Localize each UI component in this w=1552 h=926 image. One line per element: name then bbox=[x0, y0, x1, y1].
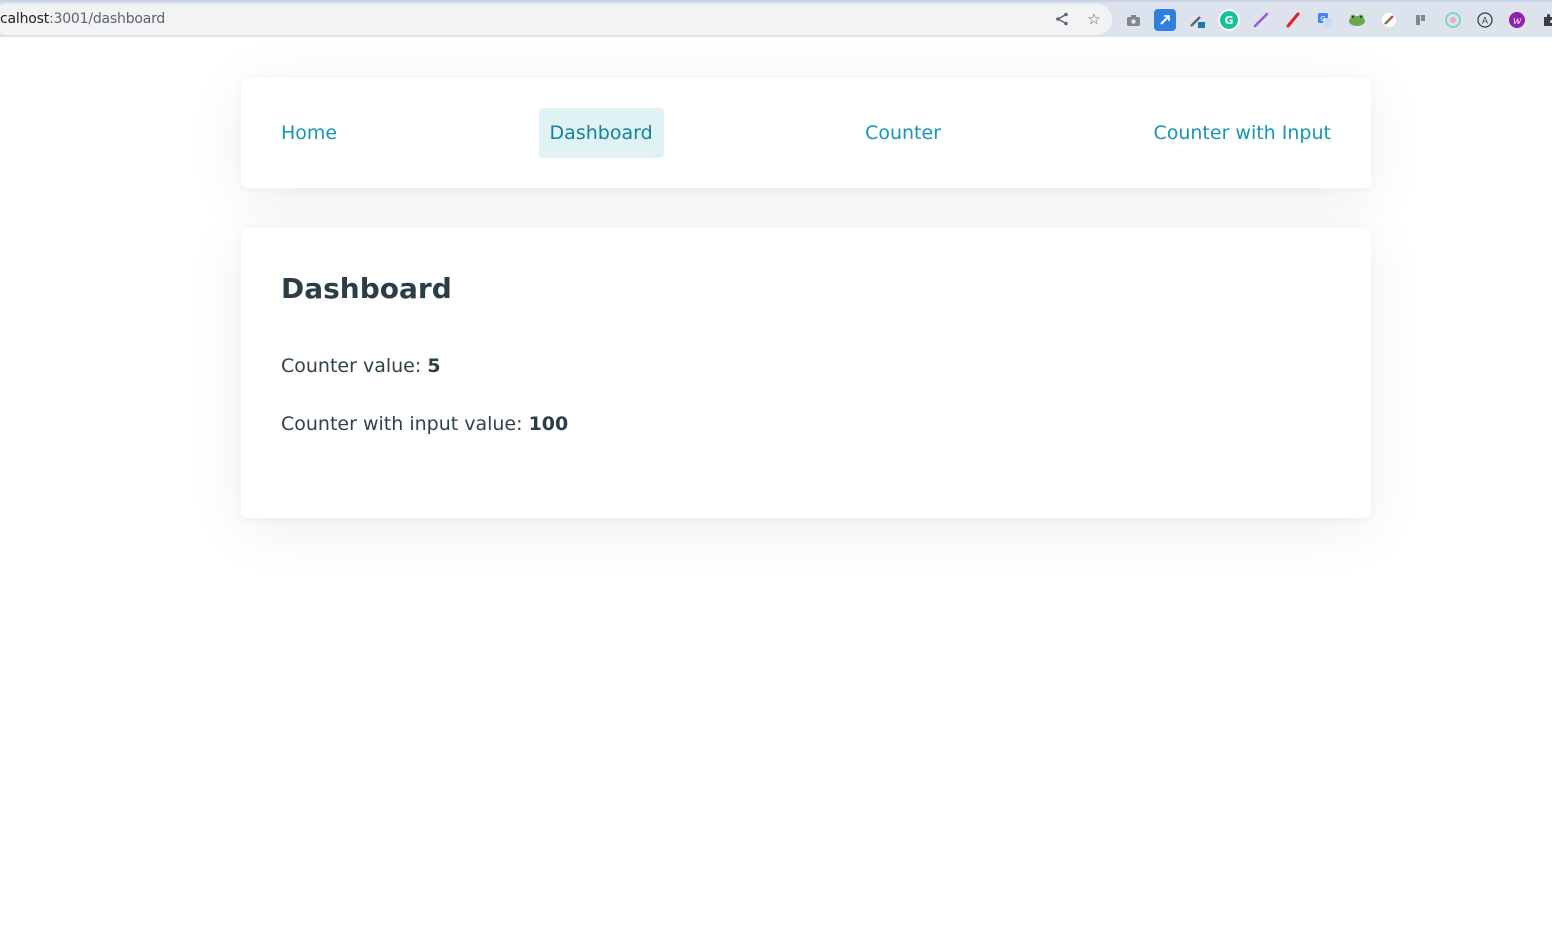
app-container: Home Dashboard Counter Counter with Inpu… bbox=[241, 78, 1371, 518]
top-nav: Home Dashboard Counter Counter with Inpu… bbox=[241, 78, 1371, 188]
page-title: Dashboard bbox=[281, 272, 452, 305]
bookmark-star-icon[interactable]: ☆ bbox=[1083, 8, 1105, 30]
counter-value-row: Counter value: 5 bbox=[281, 355, 1331, 377]
nav-link-counter[interactable]: Counter bbox=[854, 108, 952, 158]
url-path: :3001/dashboard bbox=[49, 11, 166, 27]
resize-extension-icon[interactable] bbox=[1154, 9, 1176, 31]
nav-link-dashboard[interactable]: Dashboard bbox=[538, 108, 664, 158]
counter-value: 5 bbox=[427, 355, 441, 377]
nav-link-home[interactable]: Home bbox=[270, 108, 348, 158]
accessibility-a-icon[interactable]: A bbox=[1474, 9, 1496, 31]
counter-input-value-row: Counter with input value: 100 bbox=[281, 413, 1331, 435]
colorful-pen-extension-icon[interactable] bbox=[1378, 9, 1400, 31]
purple-w-extension-icon[interactable]: w bbox=[1506, 9, 1528, 31]
address-bar[interactable]: calhost:3001/dashboard ☆ bbox=[0, 4, 1112, 35]
translate-extension-icon[interactable]: G bbox=[1314, 9, 1336, 31]
nav-link-counter-with-input[interactable]: Counter with Input bbox=[1142, 108, 1342, 158]
url-host: calhost bbox=[0, 11, 49, 27]
counter-input-value: 100 bbox=[528, 413, 569, 435]
pen-red-extension-icon[interactable] bbox=[1282, 9, 1304, 31]
dashboard-card: Dashboard Counter value: 5 Counter with … bbox=[241, 228, 1371, 518]
share-icon[interactable] bbox=[1051, 8, 1073, 30]
svg-text:w: w bbox=[1513, 16, 1522, 27]
pen-purple-extension-icon[interactable] bbox=[1250, 9, 1272, 31]
svg-text:A: A bbox=[1482, 17, 1489, 27]
counter-value-label: Counter value: bbox=[281, 355, 422, 377]
grammarly-icon[interactable]: G bbox=[1218, 9, 1240, 31]
flower-extension-icon[interactable] bbox=[1442, 9, 1464, 31]
columns-extension-icon[interactable] bbox=[1410, 9, 1432, 31]
eyedropper-extension-icon[interactable] bbox=[1186, 9, 1208, 31]
browser-toolbar: calhost:3001/dashboard ☆ G G A w bbox=[0, 0, 1552, 37]
frog-extension-icon[interactable] bbox=[1346, 9, 1368, 31]
camera-extension-icon[interactable] bbox=[1122, 9, 1144, 31]
svg-text:G: G bbox=[1320, 15, 1325, 23]
url-text[interactable]: calhost:3001/dashboard bbox=[0, 11, 165, 27]
counter-input-value-label: Counter with input value: bbox=[281, 413, 523, 435]
puzzle-extensions-icon[interactable] bbox=[1538, 9, 1552, 31]
svg-text:G: G bbox=[1224, 14, 1233, 27]
